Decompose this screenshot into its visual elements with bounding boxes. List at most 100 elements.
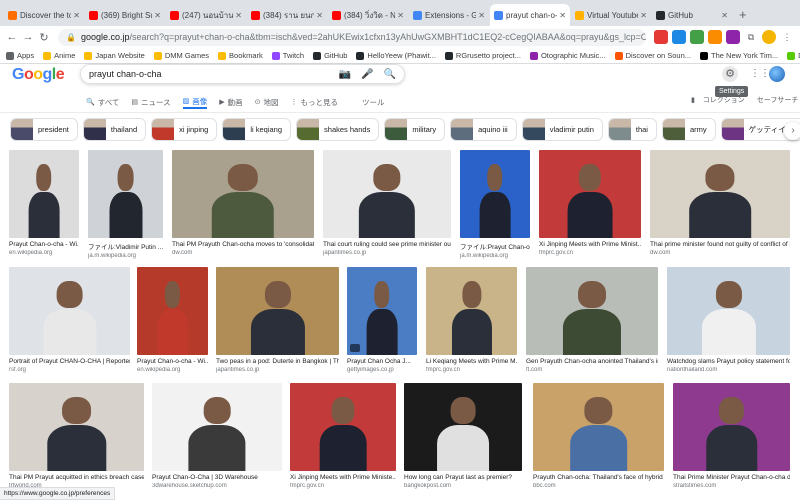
bookmark-item[interactable]: Japan Website bbox=[84, 51, 145, 60]
close-tab-icon[interactable]: ✕ bbox=[478, 11, 485, 20]
image-result-caption[interactable]: Portrait of Prayut CHAN-O-CHA | Reporter… bbox=[9, 358, 130, 365]
extension-icon[interactable] bbox=[708, 30, 722, 44]
image-result-caption[interactable]: Thai prime minister found not guilty of … bbox=[650, 241, 790, 248]
image-result-thumbnail[interactable] bbox=[152, 383, 282, 471]
image-result-caption[interactable]: Xi Jinping Meets with Prime Minist... bbox=[539, 241, 641, 248]
search-tab[interactable]: 🔍 すべて bbox=[86, 95, 119, 109]
image-result-caption[interactable]: Watchdog slams Prayut policy statement f… bbox=[667, 358, 790, 365]
image-result-card[interactable]: Watchdog slams Prayut policy statement f… bbox=[667, 267, 790, 373]
extension-icon[interactable] bbox=[726, 30, 740, 44]
settings-gear-icon[interactable]: ⚙ bbox=[722, 66, 738, 82]
image-result-card[interactable]: Two peas in a pod: Duterte in Bangkok | … bbox=[216, 267, 339, 373]
browser-tab[interactable]: (384) ราน ยนกอ✕ bbox=[247, 4, 327, 26]
bookmark-item[interactable]: The New York Tim... bbox=[700, 51, 778, 60]
related-search-chip[interactable]: xi jinping bbox=[151, 118, 218, 141]
browser-tab[interactable]: GitHub ✕ bbox=[652, 4, 732, 26]
related-search-chip[interactable]: shakes hands bbox=[296, 118, 380, 141]
bookmark-item[interactable]: Bookmark bbox=[218, 51, 263, 60]
image-result-caption[interactable]: Thai court ruling could see prime minist… bbox=[323, 241, 451, 248]
image-result-thumbnail[interactable] bbox=[650, 150, 790, 238]
image-result-card[interactable]: Prayut Chan Ocha J... gettyimages.co.jp bbox=[347, 267, 417, 373]
image-result-card[interactable]: Xi Jinping Meets with Prime Minist... fmp… bbox=[539, 150, 641, 256]
address-bar[interactable]: 🔒 google.co.jp/search?q=prayut+chan-o-ch… bbox=[58, 28, 646, 46]
image-result-thumbnail[interactable] bbox=[533, 383, 664, 471]
image-result-thumbnail[interactable] bbox=[290, 383, 396, 471]
image-result-caption[interactable]: Xi Jinping Meets with Prime Ministe... bbox=[290, 474, 396, 481]
image-result-thumbnail[interactable] bbox=[460, 150, 530, 238]
bookmark-item[interactable]: Anime bbox=[43, 51, 75, 60]
close-tab-icon[interactable]: ✕ bbox=[721, 11, 728, 20]
image-result-thumbnail[interactable] bbox=[172, 150, 314, 238]
search-icon[interactable]: 🔍 bbox=[384, 69, 396, 80]
close-tab-icon[interactable]: ✕ bbox=[235, 11, 242, 20]
browser-tab[interactable]: (247) นอนบ้าน ✕ bbox=[166, 4, 246, 26]
image-result-caption[interactable]: Prayuth Chan-ocha: Thailand's face of hy… bbox=[533, 474, 664, 481]
profile-icon[interactable] bbox=[762, 30, 776, 44]
image-result-card[interactable]: Thai PM Prayuth Chan-ocha moves to 'cons… bbox=[172, 150, 314, 256]
image-result-thumbnail[interactable] bbox=[667, 267, 790, 355]
image-result-card[interactable]: Gen Prayuth Chan-ocha anointed Thailand'… bbox=[526, 267, 658, 373]
image-result-thumbnail[interactable] bbox=[9, 383, 144, 471]
related-search-chip[interactable]: thailand bbox=[82, 118, 147, 141]
image-result-caption[interactable]: Gen Prayuth Chan-ocha anointed Thailand'… bbox=[526, 358, 658, 365]
image-result-caption[interactable]: Prayut Chan-o-cha - Wi... bbox=[137, 358, 208, 365]
image-result-thumbnail[interactable] bbox=[426, 267, 517, 355]
image-result-thumbnail[interactable] bbox=[526, 267, 658, 355]
bookmark-item[interactable]: Discover on Soun... bbox=[614, 51, 691, 60]
camera-icon[interactable]: 📷 bbox=[339, 69, 351, 80]
related-search-chip[interactable]: thai bbox=[607, 118, 657, 141]
back-icon[interactable]: ← bbox=[4, 31, 20, 43]
image-result-card[interactable]: ファイル:Vladimir Putin ... ja.m.wikipedia.or… bbox=[88, 150, 163, 259]
bookmark-item[interactable]: Apps bbox=[6, 51, 34, 60]
image-result-thumbnail[interactable] bbox=[347, 267, 417, 355]
image-result-thumbnail[interactable] bbox=[88, 150, 163, 238]
close-tab-icon[interactable]: ✕ bbox=[154, 11, 161, 20]
related-search-chip[interactable]: vladimir putin bbox=[521, 118, 603, 141]
image-result-thumbnail[interactable] bbox=[539, 150, 641, 238]
search-tab[interactable]: ▨ 画像 bbox=[182, 95, 208, 109]
image-result-caption[interactable]: Thai PM Prayut acquitted in ethics breac… bbox=[9, 474, 144, 481]
close-tab-icon[interactable]: ✕ bbox=[640, 11, 647, 20]
image-result-thumbnail[interactable] bbox=[216, 267, 339, 355]
google-logo[interactable]: Google bbox=[12, 66, 65, 84]
related-search-chip[interactable]: president bbox=[10, 118, 78, 141]
reload-icon[interactable]: ↻ bbox=[36, 31, 52, 44]
menu-kebab-icon[interactable]: ⋮ bbox=[780, 30, 794, 44]
image-result-thumbnail[interactable] bbox=[137, 267, 208, 355]
puzzle-icon[interactable]: ⧉ bbox=[744, 30, 758, 44]
image-result-card[interactable]: Thai PM Prayut acquitted in ethics breac… bbox=[9, 383, 144, 489]
safesearch-dropdown[interactable]: セーフサーチ ▾ bbox=[757, 95, 800, 105]
browser-tab[interactable]: prayut chan-o-cha✕ bbox=[490, 4, 570, 26]
microphone-icon[interactable]: 🎤 bbox=[361, 69, 373, 80]
image-result-caption[interactable]: Prayut Chan-O-Cha | 3D Warehouse bbox=[152, 474, 282, 481]
tools-button[interactable]: ツール bbox=[362, 95, 385, 109]
browser-tab[interactable]: (369) Bright Sun✕ bbox=[85, 4, 165, 26]
extension-icon[interactable] bbox=[690, 30, 704, 44]
image-result-caption[interactable]: Prayut Chan Ocha J... bbox=[347, 358, 417, 365]
browser-tab[interactable]: (384) วิ่งวิด - No ✕ bbox=[328, 4, 408, 26]
browser-tab[interactable]: Discover the top s✕ bbox=[4, 4, 84, 26]
bookmark-item[interactable]: Otographic Music... bbox=[529, 51, 606, 60]
new-tab-icon[interactable]: + bbox=[733, 4, 753, 26]
bookmark-item[interactable]: RGrusetto project... bbox=[444, 51, 521, 60]
image-result-card[interactable]: Prayut Chan-o-cha - Wi... en.wikipedia.or… bbox=[137, 267, 208, 373]
search-input[interactable] bbox=[89, 69, 329, 79]
search-tab[interactable]: ▶ 動画 bbox=[219, 95, 242, 109]
image-result-thumbnail[interactable] bbox=[673, 383, 790, 471]
bookmark-item[interactable]: Twitch bbox=[271, 51, 304, 60]
bookmark-item[interactable]: Duolingo - The wo... bbox=[787, 51, 800, 60]
image-result-card[interactable]: Thai court ruling could see prime minist… bbox=[323, 150, 451, 256]
close-tab-icon[interactable]: ✕ bbox=[73, 11, 80, 20]
related-search-chip[interactable]: army bbox=[661, 118, 716, 141]
extension-icon[interactable] bbox=[654, 30, 668, 44]
forward-icon[interactable]: → bbox=[20, 31, 36, 43]
image-result-caption[interactable]: Prayut Chan-o-cha - Wi... bbox=[9, 241, 79, 248]
image-result-caption[interactable]: Li Keqiang Meets with Prime M... bbox=[426, 358, 517, 365]
close-tab-icon[interactable]: ✕ bbox=[559, 11, 566, 20]
chevron-right-icon[interactable]: › bbox=[784, 122, 800, 140]
search-tab[interactable]: ⋮ もっと見る bbox=[291, 95, 339, 109]
image-result-card[interactable]: Prayut Chan-o-cha - Wi... en.wikipedia.or… bbox=[9, 150, 79, 256]
image-result-thumbnail[interactable] bbox=[9, 150, 79, 238]
browser-tab[interactable]: Virtual Youtuber H✕ bbox=[571, 4, 651, 26]
image-result-caption[interactable]: Two peas in a pod: Duterte in Bangkok | … bbox=[216, 358, 339, 365]
